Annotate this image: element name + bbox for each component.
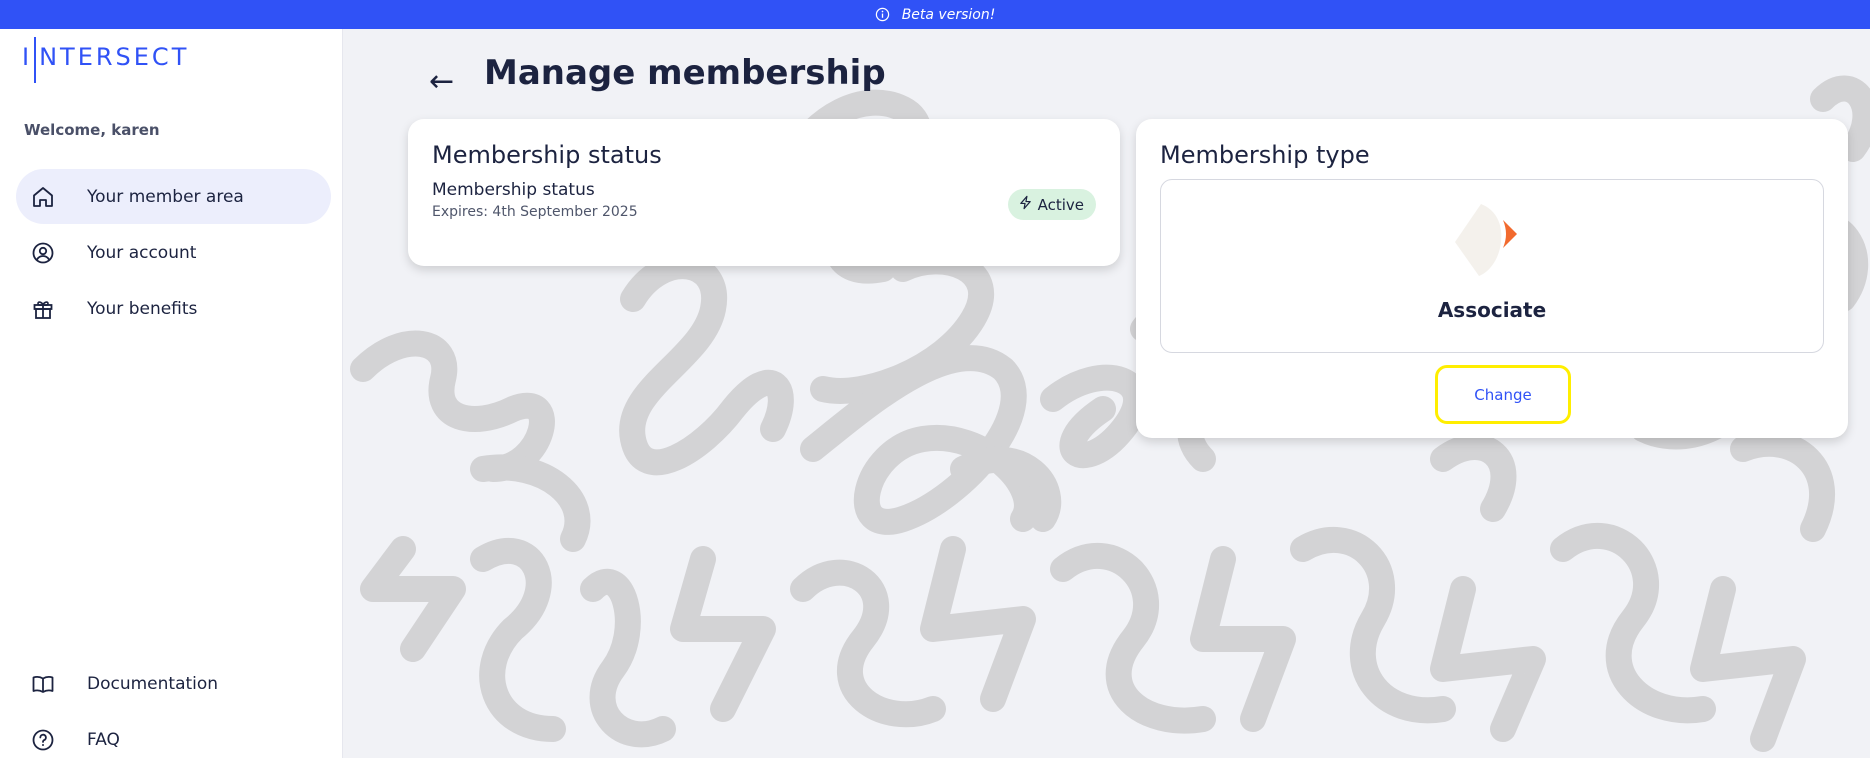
main-content: ← Manage membership Membership status Me… (343, 29, 1870, 758)
sidebar-item-documentation[interactable]: Documentation (16, 656, 331, 711)
card-title: Membership type (1160, 141, 1370, 169)
back-arrow-icon[interactable]: ← (429, 64, 454, 99)
status-badge: Active (1007, 189, 1096, 220)
associate-logo-icon (1455, 204, 1517, 276)
logo-bar (34, 37, 37, 83)
sidebar-item-benefits[interactable]: Your benefits (16, 281, 331, 336)
membership-type-box: Associate (1160, 179, 1824, 353)
logo-text: NTERSECT (39, 43, 190, 71)
beta-banner-text: Beta version! (901, 6, 996, 23)
help-circle-icon (31, 728, 55, 752)
book-icon (31, 672, 55, 696)
membership-status-card: Membership status Membership status Expi… (408, 119, 1120, 266)
page-title: Manage membership (484, 53, 886, 93)
sidebar-item-faq[interactable]: FAQ (16, 712, 331, 758)
sidebar-item-account[interactable]: Your account (16, 225, 331, 280)
user-circle-icon (31, 241, 55, 265)
home-icon (31, 185, 55, 209)
sidebar-item-label: Your benefits (87, 298, 198, 319)
expiry-date: Expires: 4th September 2025 (432, 204, 638, 220)
welcome-text: Welcome, karen (24, 121, 160, 139)
sidebar-item-label: Documentation (87, 673, 219, 694)
membership-type-name: Associate (1437, 298, 1547, 322)
gift-icon (31, 297, 55, 321)
sidebar-item-label: Your account (87, 242, 197, 263)
info-icon (875, 7, 890, 22)
card-title: Membership status (432, 141, 662, 169)
sidebar-item-member-area[interactable]: Your member area (16, 169, 331, 224)
change-membership-button[interactable]: Change (1435, 365, 1571, 424)
status-badge-label: Active (1037, 195, 1084, 214)
intersect-logo[interactable]: I NTERSECT (22, 37, 189, 83)
membership-type-card: Membership type Associate Change (1136, 119, 1848, 438)
sidebar-item-label: FAQ (87, 729, 120, 750)
lightning-icon (1018, 195, 1033, 214)
sidebar-item-label: Your member area (87, 186, 244, 207)
beta-banner: Beta version! (0, 0, 1870, 29)
sidebar: I NTERSECT Welcome, karen Your member are… (0, 29, 343, 758)
membership-status-label: Membership status (432, 180, 595, 200)
